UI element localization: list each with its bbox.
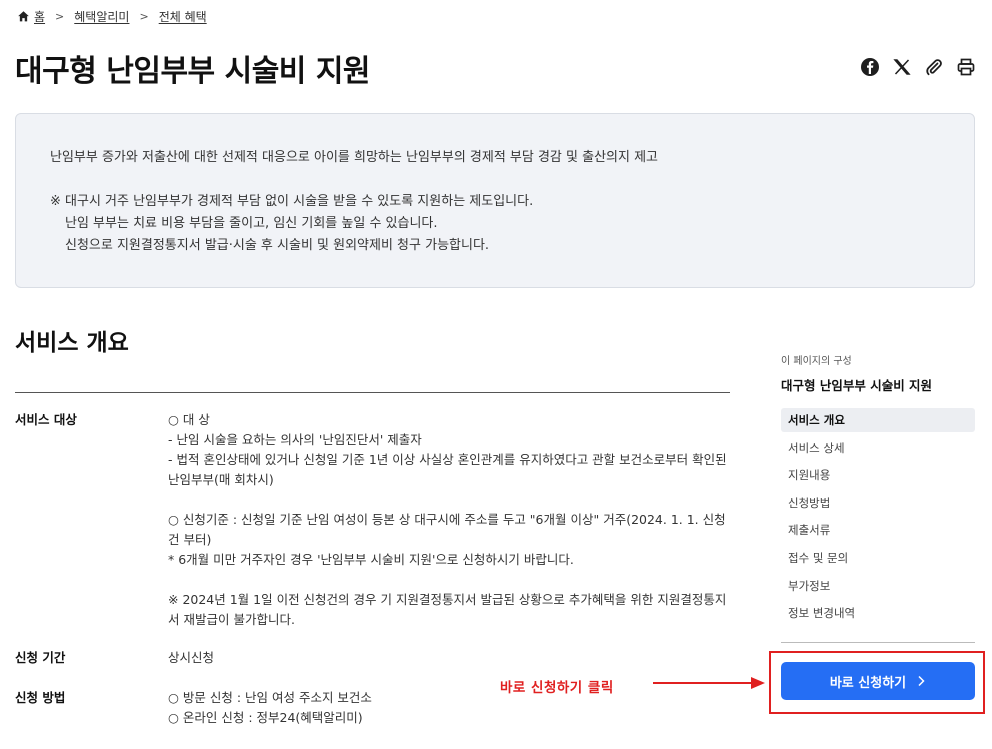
toc-item-overview[interactable]: 서비스 개요: [781, 408, 975, 432]
summary-lead: 난임부부 증가와 저출산에 대한 선제적 대응으로 아이를 희망하는 난임부부의…: [50, 150, 659, 165]
summary-note: 난임 부부는 치료 비용 부담을 줄이고, 임신 기회를 높일 수 있습니다.: [65, 216, 438, 231]
print-button[interactable]: [956, 57, 976, 77]
target-line: - 난임 시술을 요하는 의사의 '난임진단서' 제출자: [168, 432, 422, 447]
x-icon: [893, 59, 911, 75]
toc-item-support[interactable]: 지원내용: [781, 463, 975, 487]
apply-now-button[interactable]: 바로 신청하기: [781, 662, 975, 700]
target-line: - 법적 혼인상태에 있거나 신청일 기준 1년 이상 사실상 혼인관계를 유지…: [168, 452, 727, 487]
overview-value: 상시신청: [168, 650, 215, 665]
toc-caption: 이 페이지의 구성: [781, 356, 852, 367]
annotation-arrow-icon: [653, 677, 765, 689]
toc-divider: [781, 642, 975, 643]
summary-notes: ※ 대구시 거주 난임부부가 경제적 부담 없이 시술을 받을 수 있도록 지원…: [50, 191, 940, 257]
x-share-button[interactable]: [892, 57, 912, 77]
overview-label: 신청 기간: [15, 650, 66, 665]
target-line: ○ 대 상: [168, 412, 210, 427]
breadcrumb-all-benefits[interactable]: 전체 혜택: [159, 8, 207, 25]
home-icon[interactable]: [17, 10, 30, 23]
chevron-right-icon: [918, 675, 925, 687]
breadcrumb-home[interactable]: 홈: [34, 8, 45, 25]
toc-item-method[interactable]: 신청방법: [781, 491, 975, 515]
facebook-icon: [861, 58, 879, 76]
method-line: ○ 온라인 신청 : 정부24(혜택알리미): [168, 710, 363, 725]
page-title: 대구형 난임부부 시술비 지원: [15, 54, 371, 89]
chevron-right-icon: >: [55, 9, 65, 23]
breadcrumb: 홈 > 혜택알리미 > 전체 혜택: [17, 6, 207, 26]
print-icon: [957, 58, 975, 76]
chevron-right-icon: >: [139, 9, 149, 23]
toc-item-contact[interactable]: 접수 및 문의: [781, 546, 975, 570]
facebook-share-button[interactable]: [860, 57, 880, 77]
overview-row-target: 서비스 대상 ○ 대 상 - 난임 시술을 요하는 의사의 '난임진단서' 제출…: [15, 410, 730, 630]
overview-label: 신청 방법: [15, 690, 66, 705]
section-title-overview: 서비스 개요: [15, 330, 129, 356]
criteria-line: ○ 신청기준 : 신청일 기준 난임 여성이 등본 상 대구시에 주소를 두고 …: [168, 512, 726, 547]
toc-heading: 대구형 난임부부 시술비 지원: [781, 378, 933, 393]
method-line: ○ 방문 신청 : 난임 여성 주소지 보건소: [168, 690, 372, 705]
overview-value: ○ 대 상 - 난임 시술을 요하는 의사의 '난임진단서' 제출자 - 법적 …: [168, 410, 730, 630]
toc-list: 서비스 개요 서비스 상세 지원내용 신청방법 제출서류 접수 및 문의 부가정…: [781, 408, 975, 625]
toc-item-documents[interactable]: 제출서류: [781, 518, 975, 542]
overview-row-method: 신청 방법 ○ 방문 신청 : 난임 여성 주소지 보건소 ○ 온라인 신청 :…: [15, 688, 730, 728]
toc-item-extra[interactable]: 부가정보: [781, 574, 975, 598]
summary-note: 신청으로 지원결정통지서 발급·시술 후 시술비 및 원외약제비 청구 가능합니…: [65, 238, 490, 253]
criteria-line: * 6개월 미만 거주자인 경우 '난임부부 시술비 지원'으로 신청하시기 바…: [168, 552, 574, 567]
section-divider: [15, 392, 730, 393]
overview-row-period: 신청 기간 상시신청: [15, 648, 730, 668]
benefit-summary: 난임부부 증가와 저출산에 대한 선제적 대응으로 아이를 희망하는 난임부부의…: [15, 113, 975, 288]
breadcrumb-benefit-alarm[interactable]: 혜택알리미: [74, 8, 129, 25]
toc-item-history[interactable]: 정보 변경내역: [781, 601, 975, 625]
overview-value: ○ 방문 신청 : 난임 여성 주소지 보건소 ○ 온라인 신청 : 정부24(…: [168, 688, 730, 728]
summary-note: ※ 대구시 거주 난임부부가 경제적 부담 없이 시술을 받을 수 있도록 지원…: [50, 194, 534, 209]
target-note: ※ 2024년 1월 1일 이전 신청건의 경우 기 지원결정통지서 발급된 상…: [168, 592, 727, 627]
copy-link-button[interactable]: [924, 57, 944, 77]
apply-button-label: 바로 신청하기: [829, 675, 907, 691]
page-toc: 이 페이지의 구성 대구형 난임부부 시술비 지원 서비스 개요 서비스 상세 …: [781, 352, 975, 629]
overview-label: 서비스 대상: [15, 412, 77, 427]
share-toolbar: [860, 57, 976, 77]
annotation-text: 바로 신청하기 클릭: [500, 680, 614, 696]
link-icon: [926, 59, 942, 76]
service-overview-table: 서비스 대상 ○ 대 상 - 난임 시술을 요하는 의사의 '난임진단서' 제출…: [15, 410, 730, 728]
toc-item-detail[interactable]: 서비스 상세: [781, 436, 975, 460]
